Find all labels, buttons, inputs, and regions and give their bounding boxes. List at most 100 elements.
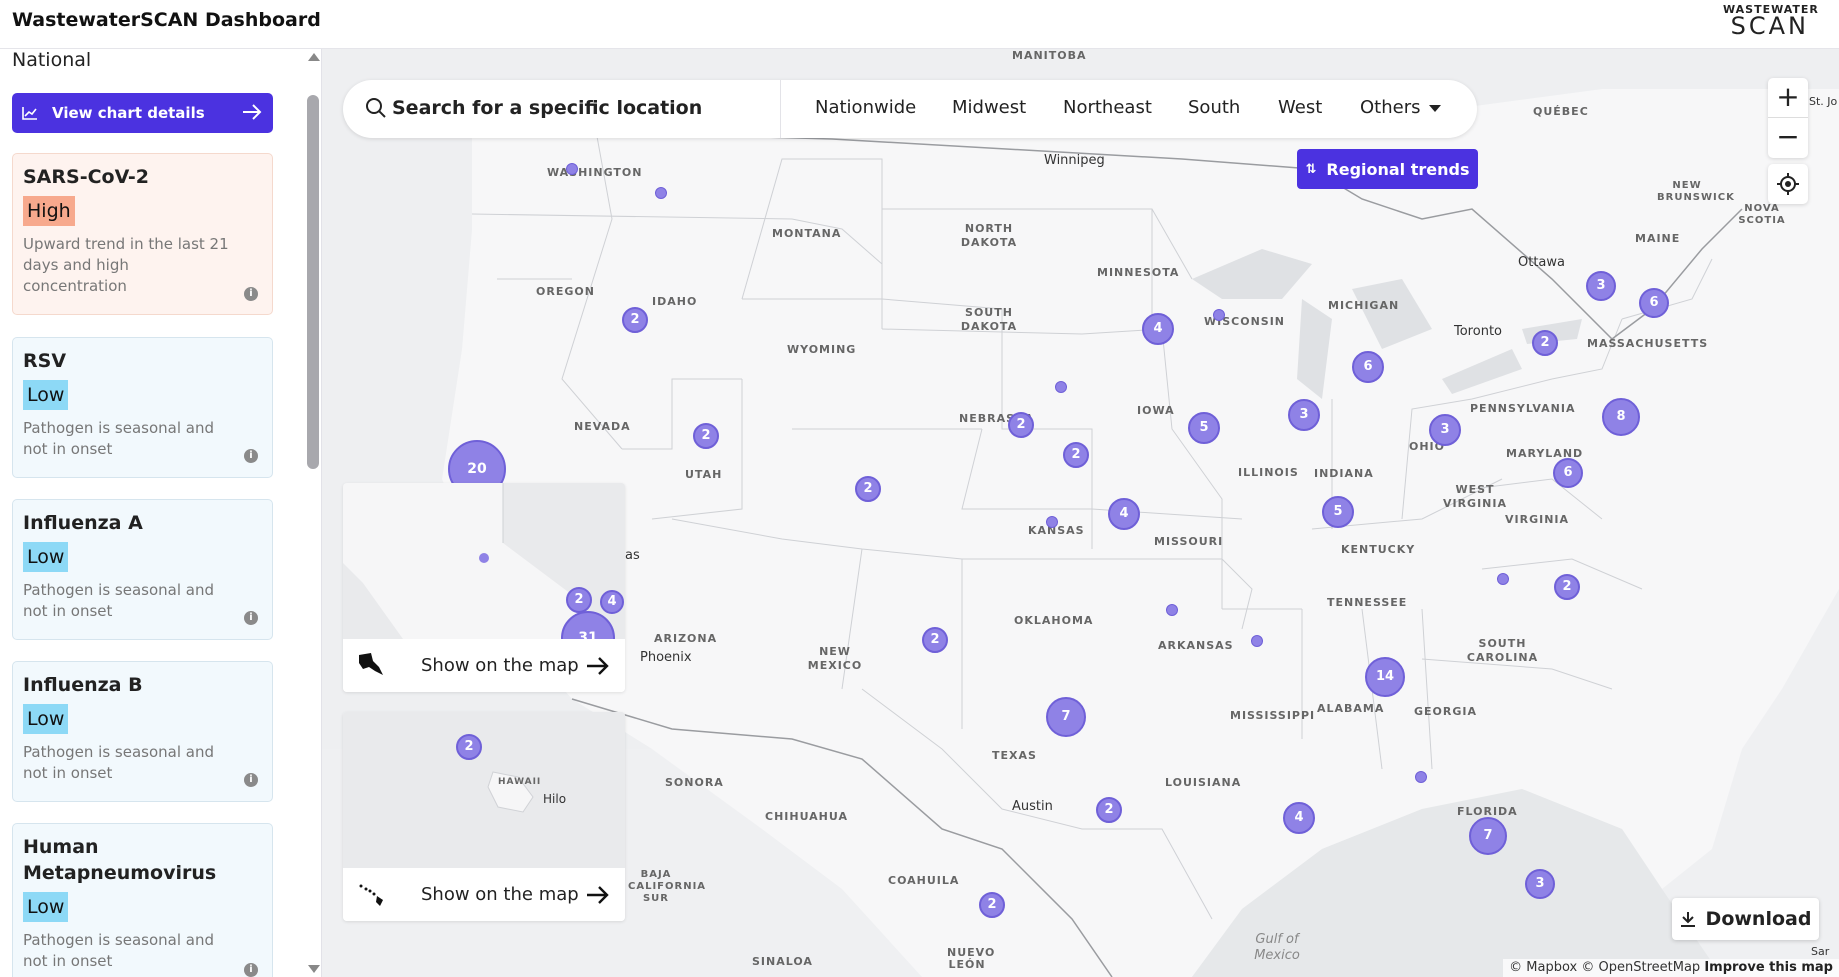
tab-south[interactable]: South [1188,97,1240,118]
info-icon[interactable]: i [244,963,258,977]
hawaii-inset-footer[interactable]: Show on the map [343,868,625,921]
location-dot[interactable] [1497,573,1509,585]
zoom-out-button[interactable]: − [1768,118,1808,158]
location-cluster[interactable]: 3 [1429,414,1461,446]
top-bar: WastewaterSCAN Dashboard WASTEWATER SCAN [0,0,1839,49]
location-cluster[interactable]: 3 [1288,399,1320,431]
crosshair-icon [1777,173,1799,195]
info-icon[interactable]: i [244,773,258,787]
pathogen-card-influenza-a[interactable]: Influenza A Low Pathogen is seasonal and… [12,499,273,640]
info-icon[interactable]: i [244,449,258,463]
alaska-inset-footer[interactable]: Show on the map [343,639,625,692]
alaska-inset-map: 2 4 31 [343,483,625,665]
hawaii-inset[interactable]: 2 HAWAII Hilo Show on the map [343,712,625,921]
location-dot[interactable] [655,187,667,199]
location-cluster[interactable]: 4 [600,590,624,614]
location-cluster[interactable]: 4 [1283,802,1315,834]
scroll-down-icon[interactable] [308,965,320,973]
caret-down-icon [1428,104,1441,112]
location-cluster[interactable]: 6 [1553,458,1583,488]
location-dot[interactable] [1415,771,1427,783]
location-cluster[interactable]: 8 [1602,398,1640,436]
location-cluster[interactable]: 2 [622,307,648,333]
state-label: IDAHO [652,295,698,308]
improve-map-link[interactable]: Improve this map [1704,960,1833,975]
location-cluster[interactable]: 2 [566,587,592,613]
location-dot[interactable] [566,163,578,175]
tab-midwest[interactable]: Midwest [952,97,1026,118]
location-cluster[interactable]: 2 [855,476,881,502]
state-label: GEORGIA [1414,705,1477,718]
state-label: ILLINOIS [1238,466,1299,479]
location-cluster[interactable]: 5 [1322,496,1354,528]
location-cluster[interactable]: 3 [1586,271,1616,301]
card-title: Human Metapneumovirus [23,836,217,884]
location-cluster[interactable]: 5 [1188,412,1220,444]
zoom-controls: + − [1768,78,1808,158]
location-cluster[interactable]: 4 [1108,498,1140,530]
pathogen-card-human-metapneumovirus[interactable]: Human Metapneumovirus Low Pathogen is se… [12,823,273,977]
level-badge: Low [23,704,69,734]
location-cluster[interactable]: 2 [979,892,1005,918]
card-description: Pathogen is seasonal and not in onset [23,419,214,458]
mapbox-link[interactable]: © Mapbox [1509,960,1577,975]
location-dot[interactable] [1166,604,1178,616]
tab-northeast[interactable]: Northeast [1063,97,1152,118]
city-label: Hilo [543,792,567,806]
regional-trends-button[interactable]: ⇅ Regional trends [1297,149,1478,189]
city-label: Phoenix [640,650,692,665]
location-cluster[interactable]: 2 [922,627,948,653]
sort-arrows-icon: ⇅ [1305,161,1317,177]
location-cluster[interactable]: 2 [1532,330,1558,356]
alaska-inset[interactable]: 2 4 31 Show on the map [343,483,625,692]
location-cluster[interactable]: 3 [1525,869,1555,899]
location-cluster[interactable]: 6 [1352,351,1384,383]
pathogen-card-influenza-b[interactable]: Influenza B Low Pathogen is seasonal and… [12,661,273,802]
location-cluster[interactable]: 14 [1365,657,1405,697]
location-dot[interactable] [1046,516,1058,528]
location-cluster[interactable]: 4 [1142,313,1174,345]
location-cluster[interactable]: 2 [693,423,719,449]
osm-link[interactable]: © OpenStreetMap [1581,960,1700,975]
location-cluster[interactable]: 7 [1469,817,1507,855]
state-label: MONTANA [772,227,842,240]
pathogen-card-rsv[interactable]: RSV Low Pathogen is seasonal and not in … [12,337,273,478]
state-label: TEXAS [992,749,1037,762]
tab-others[interactable]: Others [1360,97,1441,118]
pathogen-card-sars-cov-2[interactable]: SARS-CoV-2 High Upward trend in the last… [12,153,273,315]
card-title: RSV [23,350,67,372]
tab-nationwide[interactable]: Nationwide [815,97,916,118]
map-canvas[interactable]: WASHINGTON OREGON IDAHO MONTANA WYOMING … [322,49,1839,977]
download-button[interactable]: Download [1672,898,1819,940]
info-icon[interactable]: i [244,287,258,301]
hawaii-icon [355,878,385,912]
state-label: TENNESSEE [1327,596,1408,609]
scroll-up-icon[interactable] [308,53,320,61]
location-dot[interactable] [1055,381,1067,393]
zoom-in-button[interactable]: + [1768,78,1808,118]
tab-west[interactable]: West [1278,97,1322,118]
locate-me-button[interactable] [1768,164,1808,204]
sidebar-scrollbar[interactable] [306,49,320,977]
location-cluster[interactable]: 7 [1046,697,1086,737]
state-label: HAWAII [498,777,542,787]
view-chart-details-label: View chart details [52,104,205,122]
state-label: CHIHUAHUA [765,810,848,823]
info-icon[interactable]: i [244,611,258,625]
scrollbar-thumb[interactable] [307,95,319,469]
state-label: ALABAMA [1317,702,1385,715]
view-chart-details-button[interactable]: View chart details [12,93,273,133]
location-cluster[interactable]: 2 [1554,574,1580,600]
wastewaterscan-logo[interactable]: WASTEWATER SCAN [1723,4,1818,38]
search-input[interactable]: Search for a specific location [392,97,702,119]
state-label: IOWA [1137,404,1175,417]
location-cluster[interactable]: 2 [1008,412,1034,438]
state-label: KENTUCKY [1341,543,1416,556]
location-dot[interactable] [1251,635,1263,647]
location-cluster[interactable]: 2 [1063,442,1089,468]
hawaii-inset-map: 2 HAWAII Hilo [343,712,625,868]
location-cluster[interactable]: 2 [456,734,482,760]
location-dot[interactable] [1213,309,1225,321]
location-cluster[interactable]: 6 [1639,288,1669,318]
location-cluster[interactable]: 2 [1096,797,1122,823]
